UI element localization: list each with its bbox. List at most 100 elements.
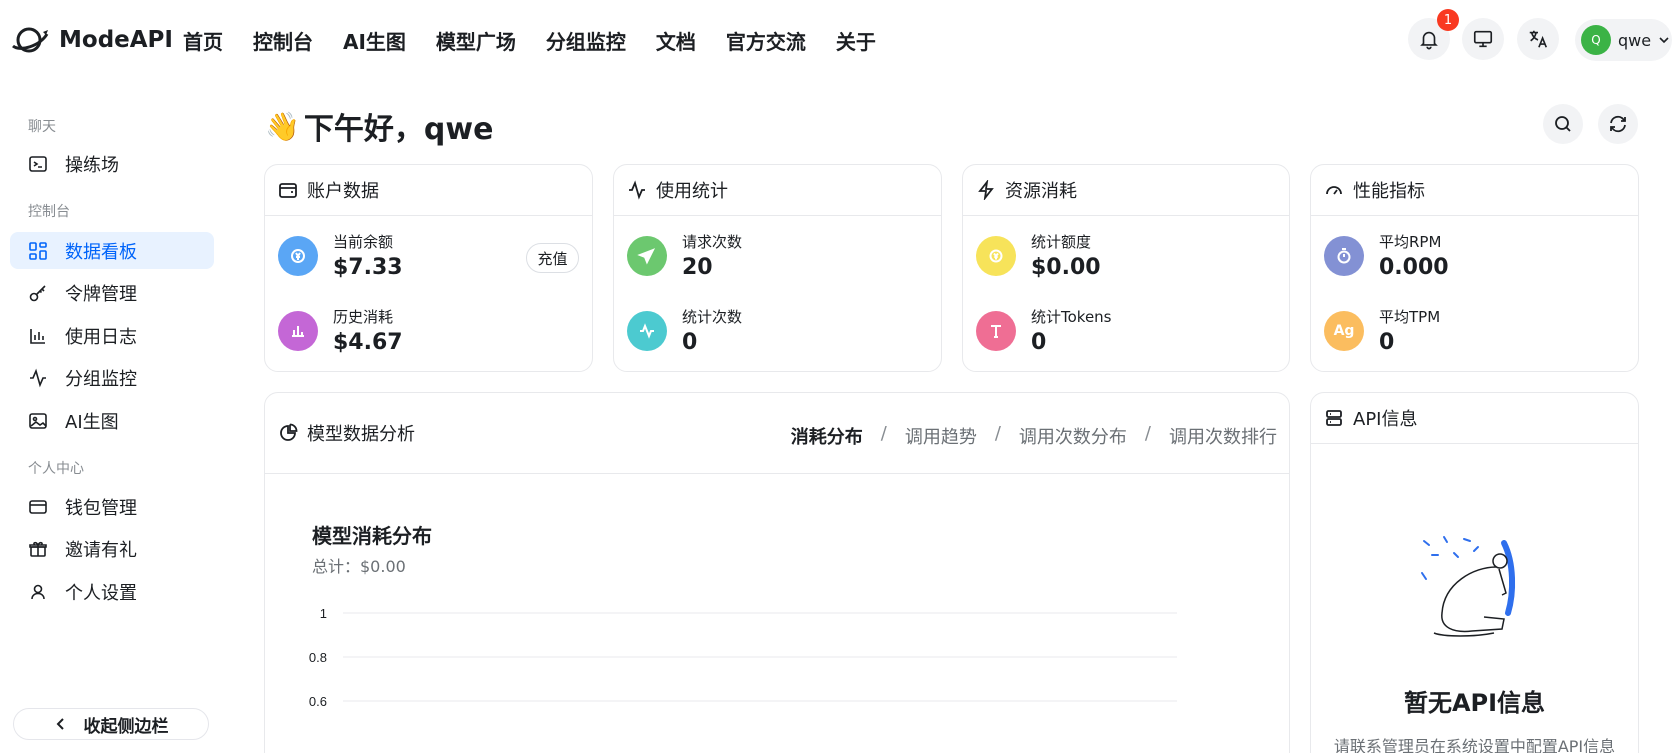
image-icon [29, 412, 47, 429]
tab-call-trend[interactable]: 调用趋势 [905, 423, 977, 449]
gift-icon [29, 541, 47, 557]
sidebar-item-label: AI生图 [65, 411, 119, 433]
card-header: 资源消耗 [963, 165, 1289, 216]
tokens-value: 0 [1031, 330, 1047, 355]
card-header: 性能指标 [1311, 165, 1638, 216]
performance-card: 性能指标 平均RPM 0.000 Ag 平均TPM 0 [1310, 164, 1639, 372]
top-header: ModeAPI 首页 控制台 AI生图 模型广场 分组监控 文档 官方交流 关于… [0, 0, 1679, 80]
sidebar-item-dashboard[interactable]: 数据看板 [10, 232, 214, 269]
sidebar-item-ai-image[interactable]: AI生图 [10, 402, 214, 439]
resource-usage-card: 资源消耗 统计额度 $0.00 统计Tokens 0 [962, 164, 1290, 372]
sidebar-item-logs[interactable]: 使用日志 [10, 317, 214, 354]
dashboard-grid-icon [29, 241, 47, 260]
nav-docs[interactable]: 文档 [656, 26, 696, 55]
sidebar-group-personal: 个人中心 [28, 461, 84, 477]
tab-separator: / [994, 423, 1001, 444]
sidebar-item-label: 使用日志 [65, 326, 137, 348]
pulse-icon [627, 310, 667, 351]
brand-name: ModeAPI [59, 27, 173, 53]
chart-y-tick-label: 0.8 [309, 650, 327, 665]
sidebar-item-label: 邀请有礼 [65, 539, 137, 561]
chevron-left-icon [56, 718, 64, 730]
text-t-icon [976, 310, 1016, 351]
account-data-card: 账户数据 当前余额 $7.33 充值 历史消耗 $4.67 [264, 164, 593, 372]
bell-icon [1420, 31, 1438, 50]
empty-state-subtitle: 请联系管理员在系统设置中配置API信息 [1333, 737, 1616, 753]
nav-group-monitor[interactable]: 分组监控 [546, 26, 626, 55]
sidebar-item-group-monitor[interactable]: 分组监控 [10, 359, 214, 396]
balance-value: $7.33 [333, 255, 403, 280]
count-stat: 统计次数 0 [627, 306, 742, 355]
count-value: 0 [682, 330, 698, 355]
notification-badge: 1 [1437, 9, 1459, 31]
monitor-icon [1473, 30, 1493, 48]
lightning-icon [978, 180, 994, 200]
nav-ai-image[interactable]: AI生图 [343, 26, 406, 55]
sidebar-item-tokens[interactable]: 令牌管理 [10, 274, 214, 311]
tab-consumption-distribution[interactable]: 消耗分布 [791, 423, 863, 449]
rpm-value: 0.000 [1379, 255, 1449, 280]
user-icon [31, 584, 45, 599]
bar-chart-icon [30, 328, 45, 344]
card-title: 账户数据 [307, 181, 379, 202]
tab-call-count-ranking[interactable]: 调用次数排行 [1169, 423, 1277, 449]
tpm-stat: Ag 平均TPM 0 [1324, 306, 1440, 355]
card-title: 资源消耗 [1005, 181, 1077, 202]
tab-call-count-distribution[interactable]: 调用次数分布 [1019, 423, 1127, 449]
activity-icon [629, 180, 645, 200]
nav-community[interactable]: 官方交流 [726, 26, 806, 55]
collapse-sidebar-button[interactable]: 收起侧边栏 [13, 708, 209, 740]
refresh-icon [1610, 115, 1626, 133]
silver-ag-icon: Ag [1324, 310, 1364, 351]
card-title: 模型数据分析 [307, 424, 415, 445]
chart-title: 模型消耗分布 [312, 524, 432, 548]
stat-label: 统计次数 [682, 308, 743, 326]
planet-logo-icon [12, 27, 49, 53]
api-info-card: API信息 暂无API信息 请联系管理员在系统设置中配置API信息 [1310, 392, 1639, 753]
user-name: qwe [1618, 30, 1652, 50]
sidebar-item-invite[interactable]: 邀请有礼 [10, 530, 214, 567]
greeting: 👋 下午好，qwe [265, 104, 493, 148]
send-icon [627, 235, 667, 276]
tpm-value: 0 [1379, 330, 1395, 355]
card-header: 账户数据 [265, 165, 592, 216]
greeting-text: 下午好，qwe [303, 112, 494, 147]
usage-stats-card: 使用统计 请求次数 20 统计次数 0 [613, 164, 942, 372]
chart-total: 总计：$0.00 [312, 557, 406, 576]
main-nav: 首页 控制台 AI生图 模型广场 分组监控 文档 官方交流 关于 [183, 26, 906, 55]
user-menu[interactable]: Q qwe [1575, 19, 1672, 61]
sidebar-item-label: 钱包管理 [65, 497, 137, 519]
nav-home[interactable]: 首页 [183, 26, 223, 55]
refresh-button[interactable] [1598, 104, 1638, 144]
key-icon [29, 284, 46, 301]
sidebar-group-console: 控制台 [28, 204, 70, 220]
pie-chart-icon [280, 423, 298, 441]
nav-console[interactable]: 控制台 [253, 26, 313, 55]
quota-value: $0.00 [1031, 255, 1101, 280]
card-title: API信息 [1353, 409, 1418, 430]
card-header: API信息 [1311, 393, 1638, 444]
language-button[interactable] [1517, 18, 1559, 60]
sidebar-item-settings[interactable]: 个人设置 [10, 573, 214, 610]
brand-logo[interactable]: ModeAPI [10, 22, 173, 58]
requests-value: 20 [682, 255, 713, 280]
collapse-sidebar-label: 收起侧边栏 [83, 716, 169, 737]
sidebar-item-label: 操练场 [65, 154, 119, 176]
stopwatch-icon [1324, 235, 1364, 276]
activity-icon [30, 368, 46, 387]
search-button[interactable] [1543, 104, 1583, 144]
stat-label: 平均RPM [1379, 233, 1442, 251]
consumption-chart: 1 0.8 0.6 [309, 606, 1177, 709]
avatar: Q [1581, 25, 1611, 55]
nav-model-market[interactable]: 模型广场 [436, 26, 516, 55]
quota-stat: 统计额度 $0.00 [976, 231, 1101, 280]
recharge-button[interactable]: 充值 [526, 243, 579, 273]
sidebar-item-wallet[interactable]: 钱包管理 [10, 488, 214, 525]
nav-about[interactable]: 关于 [836, 26, 876, 55]
bar-chart-icon [278, 310, 318, 351]
history-value: $4.67 [333, 330, 403, 355]
sidebar: 聊天 操练场 控制台 数据看板 令牌管理 使用日志 分组监控 AI生图 个人中心… [0, 80, 232, 753]
sidebar-item-playground[interactable]: 操练场 [10, 145, 214, 182]
display-mode-button[interactable] [1462, 18, 1504, 60]
sidebar-item-label: 个人设置 [65, 582, 137, 604]
